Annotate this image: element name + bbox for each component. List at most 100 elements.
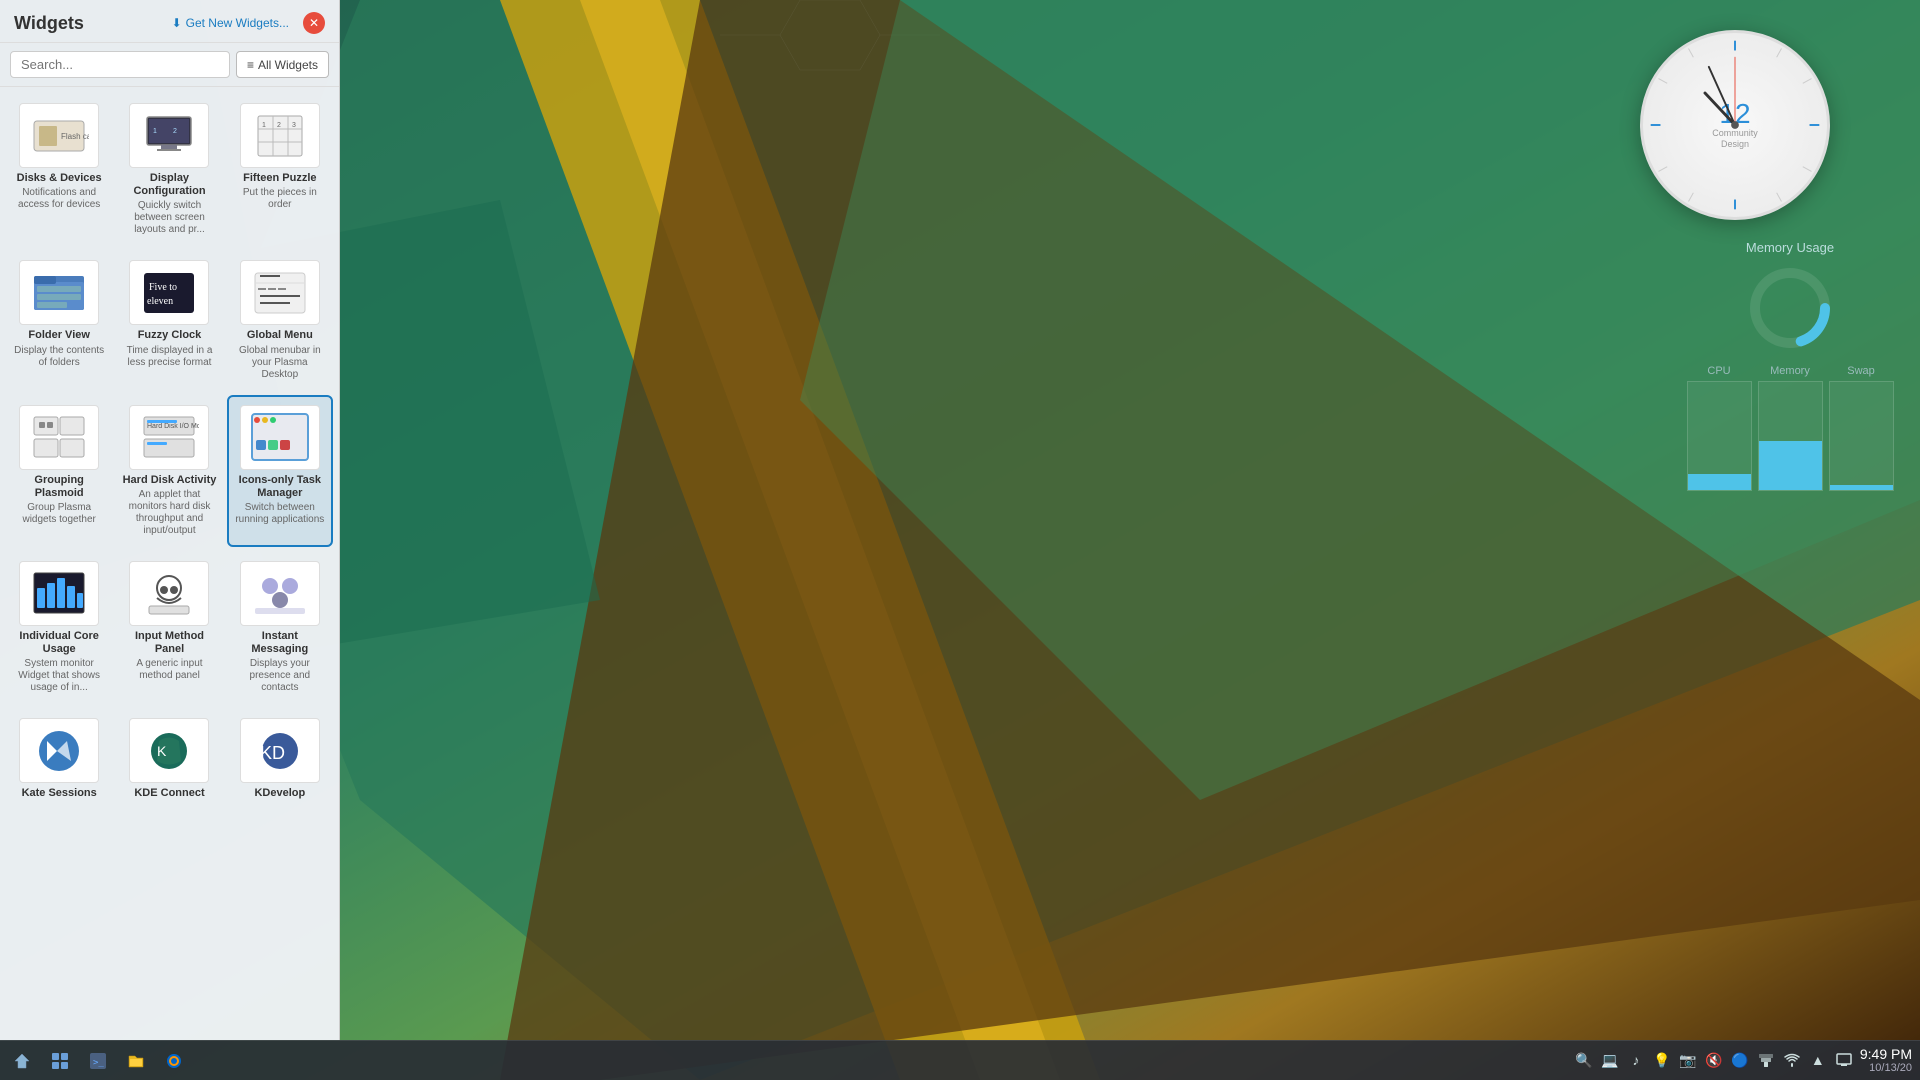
download-icon: ⬇ (172, 16, 182, 30)
widget-name-global-menu: Global Menu (247, 329, 313, 342)
svg-text:3: 3 (292, 122, 296, 129)
svg-text:Hard Disk I/O Monitor: Hard Disk I/O Monitor (147, 423, 199, 430)
screen-config-tray-icon[interactable] (1834, 1050, 1854, 1070)
network-icon (1758, 1052, 1774, 1068)
svg-text:eleven: eleven (147, 296, 173, 307)
svg-text:2: 2 (173, 128, 177, 135)
widget-icon-kde-connect: K (129, 718, 209, 783)
widget-item-fuzzy-clock[interactable]: Five to eleven Fuzzy Clock Time displayed i… (116, 250, 222, 390)
widget-name-kdevelop: KDevelop (254, 787, 305, 800)
widget-item-kdevelop[interactable]: KD KDevelop (227, 708, 333, 812)
all-widgets-button[interactable]: ≡ All Widgets (236, 51, 329, 78)
widget-icon-kdevelop: KD (240, 718, 320, 783)
widget-name-fuzzy-clock: Fuzzy Clock (138, 329, 202, 342)
cpu-label: CPU (1707, 365, 1730, 377)
widget-item-kde-connect[interactable]: K KDE Connect (116, 708, 222, 812)
widget-item-fifteen-puzzle[interactable]: 123Fifteen PuzzlePut the pieces in order (227, 93, 333, 246)
widget-item-kate-sessions[interactable]: Kate Sessions (6, 708, 112, 812)
show-desktop-button[interactable] (4, 1045, 40, 1077)
widget-item-display-config[interactable]: 12Display ConfigurationQuickly switch be… (116, 93, 222, 246)
widget-desc-disks-devices: Notifications and access for devices (12, 187, 106, 211)
widget-item-input-method[interactable]: Input Method PanelA generic input method… (116, 551, 222, 704)
memory-bar (1758, 381, 1823, 491)
terminal-button[interactable]: >_ (80, 1045, 116, 1077)
memory-label: Memory (1770, 365, 1810, 377)
widget-desc-instant-messaging: Displays your presence and contacts (233, 658, 327, 694)
widget-icon-global-menu (240, 260, 320, 325)
taskbar-left: >_ (0, 1045, 192, 1077)
widget-desc-fuzzy-clock: Time displayed in a less precise format (122, 345, 216, 369)
clock-ticks (1643, 33, 1827, 217)
bluetooth-tray-icon[interactable]: 🔵 (1730, 1050, 1750, 1070)
widget-name-hard-disk-activity: Hard Disk Activity (123, 474, 217, 487)
sysmon-bars-row: CPU Memory Swap (1670, 365, 1910, 491)
widget-desc-input-method: A generic input method panel (122, 658, 216, 682)
firefox-icon (165, 1052, 183, 1070)
widget-name-icons-only-task: Icons-only Task Manager (233, 474, 327, 500)
files-button[interactable] (118, 1045, 154, 1077)
widgets-grid-container[interactable]: Flash card Disks & Devices Notifications a… (0, 87, 339, 1040)
svg-text:KD: KD (260, 743, 285, 763)
widget-desc-folder-view: Display the contents of folders (12, 345, 106, 369)
widget-name-grouping-plasmoid: Grouping Plasmoid (12, 474, 106, 500)
widget-desc-grouping-plasmoid: Group Plasma widgets together (12, 502, 106, 526)
display-tray-icon[interactable]: 💻 (1600, 1050, 1620, 1070)
widget-desc-global-menu: Global menubar in your Plasma Desktop (233, 345, 327, 381)
widgets-panel: Widgets ⬇ Get New Widgets... ✕ ≡ All Wid… (0, 0, 340, 1040)
wifi-tray-icon[interactable] (1782, 1050, 1802, 1070)
sysmon-memory-col: Memory (1758, 365, 1823, 491)
screen-tray-icon (1836, 1052, 1852, 1068)
show-desktop-icon (13, 1052, 31, 1070)
sysmon-donut (1745, 263, 1835, 353)
terminal-icon: >_ (89, 1052, 107, 1070)
widget-item-hard-disk-activity[interactable]: Hard Disk I/O Monitor Hard Disk Activity A… (116, 395, 222, 547)
widget-icon-fuzzy-clock: Five to eleven (129, 260, 209, 325)
task-manager-button[interactable] (42, 1045, 78, 1077)
widget-name-individual-core: Individual Core Usage (12, 630, 106, 656)
widget-name-instant-messaging: Instant Messaging (233, 630, 327, 656)
clock-widget: 12 Community Design (1640, 30, 1840, 230)
widget-desc-hard-disk-activity: An applet that monitors hard disk throug… (122, 489, 216, 537)
clock-date: 10/13/20 (1860, 1062, 1912, 1075)
swap-bar-fill (1830, 485, 1893, 490)
search-input[interactable] (10, 51, 230, 78)
widget-item-folder-view[interactable]: Folder ViewDisplay the contents of folde… (6, 250, 112, 390)
widget-item-global-menu[interactable]: Global Menu Global menubar in your Plasma… (227, 250, 333, 390)
svg-text:>_: >_ (93, 1058, 104, 1068)
volume-tray-icon[interactable]: 🔇 (1704, 1050, 1724, 1070)
files-icon (127, 1052, 145, 1070)
filter-icon: ≡ (247, 58, 254, 72)
widget-icon-kate (19, 718, 99, 783)
svg-text:K: K (157, 743, 167, 759)
widget-icon-display: 12 (129, 103, 209, 168)
expand-tray-icon[interactable]: ▲ (1808, 1050, 1828, 1070)
wifi-icon (1784, 1052, 1800, 1068)
widget-item-individual-core[interactable]: Individual Core UsageSystem monitor Widg… (6, 551, 112, 704)
get-new-widgets-button[interactable]: ⬇ Get New Widgets... (166, 12, 295, 34)
widget-item-disks-devices[interactable]: Flash card Disks & Devices Notifications a… (6, 93, 112, 246)
battery-tray-icon[interactable]: 💡 (1652, 1050, 1672, 1070)
widget-item-instant-messaging[interactable]: Instant MessagingDisplays your presence … (227, 551, 333, 704)
widgets-grid: Flash card Disks & Devices Notifications a… (6, 93, 333, 812)
widget-name-disks-devices: Disks & Devices (17, 172, 102, 185)
network-tray-icon[interactable] (1756, 1050, 1776, 1070)
close-panel-button[interactable]: ✕ (303, 12, 325, 34)
clock-display[interactable]: 9:49 PM 10/13/20 (1860, 1046, 1912, 1076)
taskbar: >_ 🔍 💻 ♪ 💡 📷 🔇 🔵 (0, 1040, 1920, 1080)
svg-text:2: 2 (277, 122, 281, 129)
widget-desc-icons-only-task: Switch between running applications (233, 502, 327, 526)
widget-item-icons-only-task[interactable]: Icons-only Task ManagerSwitch between ru… (227, 395, 333, 547)
widget-icon-flash-card: Flash card (19, 103, 99, 168)
widget-icon-hdd: Hard Disk I/O Monitor (129, 405, 209, 470)
widget-desc-fifteen-puzzle: Put the pieces in order (233, 187, 327, 211)
firefox-button[interactable] (156, 1045, 192, 1077)
search-tray-icon[interactable]: 🔍 (1574, 1050, 1594, 1070)
widget-icon-messaging (240, 561, 320, 626)
widget-name-kde-connect: KDE Connect (134, 787, 204, 800)
widget-item-grouping-plasmoid[interactable]: Grouping PlasmoidGroup Plasma widgets to… (6, 395, 112, 547)
widget-icon-input-method (129, 561, 209, 626)
media-tray-icon[interactable]: ♪ (1626, 1050, 1646, 1070)
screenshot-tray-icon[interactable]: 📷 (1678, 1050, 1698, 1070)
svg-text:Five to: Five to (149, 282, 177, 293)
widgets-search-row: ≡ All Widgets (0, 43, 339, 87)
